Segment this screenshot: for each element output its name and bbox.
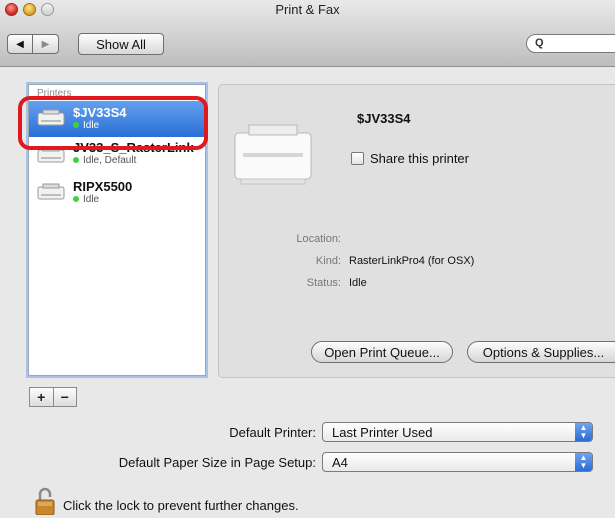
paper-size-value: A4 (332, 455, 348, 470)
lock-message: Click the lock to prevent further change… (63, 498, 299, 513)
selection-highlight-annotation (18, 96, 208, 150)
printer-name: RIPX5500 (73, 179, 133, 194)
status-value: Idle (349, 277, 367, 289)
options-supplies-button[interactable]: Options & Supplies... (467, 341, 615, 363)
printer-status: Idle, Default (73, 155, 136, 166)
select-arrows-icon: ▲ ▼ (575, 453, 592, 471)
location-label: Location: (296, 233, 341, 245)
lock-icon[interactable] (35, 487, 55, 515)
status-label: Status: (306, 277, 341, 289)
default-printer-label: Default Printer: (229, 425, 316, 440)
add-remove-printer-control: + − (29, 387, 77, 407)
history-nav: ◀ ▶ (7, 34, 59, 54)
printer-status-text: Idle, Default (83, 155, 137, 166)
default-printer-select[interactable]: Last Printer Used ▲ ▼ (322, 422, 593, 442)
printer-item[interactable]: RIPX5500 Idle (29, 175, 205, 211)
status-dot-icon (73, 196, 79, 202)
printer-icon (37, 183, 65, 200)
add-printer-button[interactable]: + (30, 388, 53, 406)
status-dot-icon (73, 157, 79, 163)
share-printer-row: Share this printer (351, 151, 469, 166)
printer-image-icon (234, 124, 312, 185)
kind-value: RasterLinkPro4 (for OSX) (349, 255, 475, 267)
kind-label: Kind: (315, 255, 341, 267)
share-printer-label[interactable]: Share this printer (370, 151, 469, 166)
paper-size-label: Default Paper Size in Page Setup: (118, 455, 316, 470)
remove-printer-button[interactable]: − (52, 388, 77, 406)
back-arrow-icon: ◀ (16, 38, 24, 50)
back-button[interactable]: ◀ (7, 34, 33, 54)
default-printer-value: Last Printer Used (332, 425, 433, 440)
share-printer-checkbox[interactable] (351, 152, 364, 165)
search-field[interactable]: Q (526, 34, 615, 53)
search-icon: Q (535, 37, 544, 49)
lock-row: Click the lock to prevent further change… (35, 487, 299, 515)
titlebar: Print & Fax ◀ ▶ Show All Q (0, 0, 615, 67)
window-title: Print & Fax (275, 2, 340, 17)
show-all-button[interactable]: Show All (78, 33, 164, 55)
printer-status-text: Idle (83, 194, 100, 205)
print-fax-window: Print & Fax ◀ ▶ Show All Q Printers $JV3… (0, 0, 615, 518)
selected-printer-title: $JV33S4 (357, 111, 411, 126)
printer-detail-pane: $JV33S4 Share this printer Location: Kin… (218, 84, 615, 378)
open-print-queue-button[interactable]: Open Print Queue... (311, 341, 453, 363)
paper-size-select[interactable]: A4 ▲ ▼ (322, 452, 593, 472)
forward-arrow-icon: ▶ (41, 38, 50, 50)
printer-status: Idle (73, 194, 99, 205)
forward-button[interactable]: ▶ (33, 34, 59, 54)
select-arrows-icon: ▲ ▼ (575, 423, 592, 441)
